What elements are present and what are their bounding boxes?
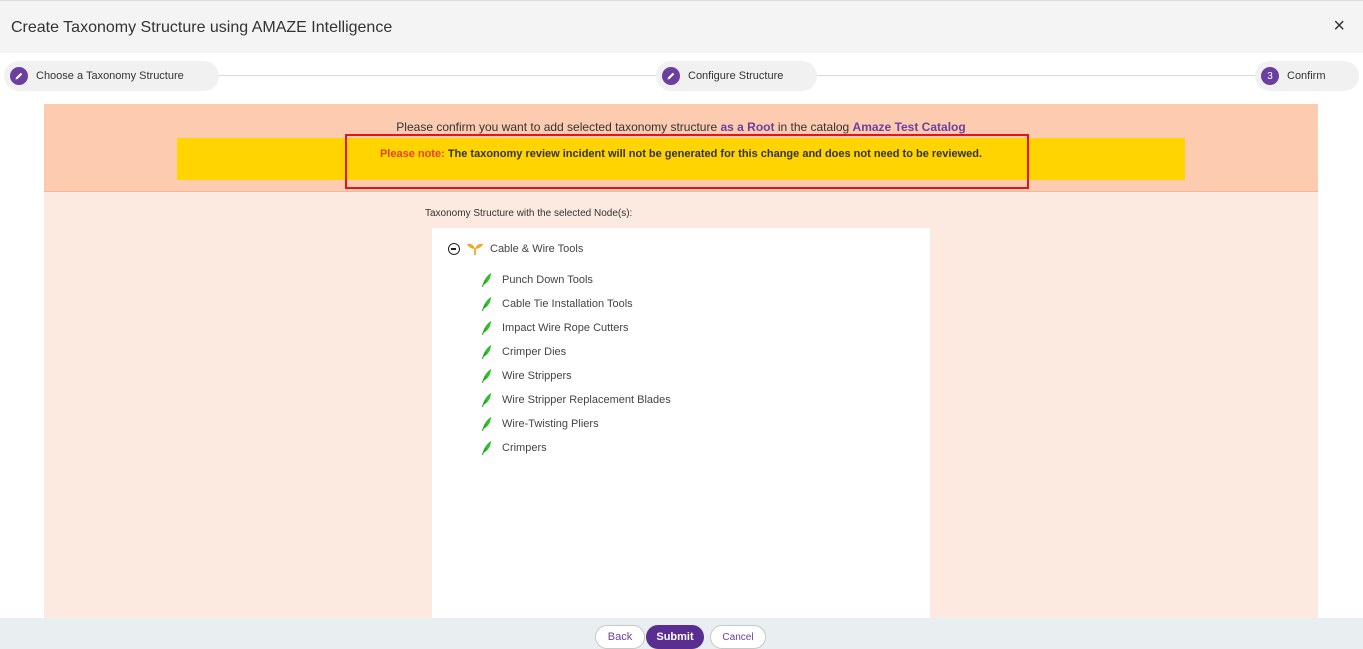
step-connector — [815, 75, 1257, 76]
leaf-icon — [481, 297, 491, 312]
tree-children: Punch Down Tools Cable Tie Installation … — [480, 268, 671, 460]
collapse-icon[interactable] — [448, 243, 460, 255]
leaf-icon — [481, 345, 491, 360]
tree-node[interactable]: Wire Stripper Replacement Blades — [480, 388, 671, 412]
tree-node-label: Wire-Twisting Pliers — [502, 418, 599, 430]
confirm-text-part: Please confirm you want to add selected … — [396, 120, 721, 134]
tree-node-label: Crimper Dies — [502, 346, 567, 358]
confirm-content: Please confirm you want to add selected … — [44, 104, 1318, 618]
tree-node-label: Wire Strippers — [502, 370, 572, 382]
close-button[interactable]: × — [1333, 16, 1345, 36]
highlight-box — [345, 134, 1029, 189]
back-button[interactable]: Back — [595, 625, 645, 649]
leaf-icon — [481, 321, 491, 336]
confirm-message: Please confirm you want to add selected … — [44, 120, 1318, 134]
tree-node[interactable]: Wire Strippers — [480, 364, 671, 388]
sprout-icon — [467, 243, 483, 255]
leaf-icon — [481, 393, 491, 408]
tree-node-label: Wire Stripper Replacement Blades — [502, 394, 671, 406]
tree-label: Taxonomy Structure with the selected Nod… — [425, 208, 633, 219]
tree-node[interactable]: Impact Wire Rope Cutters — [480, 316, 671, 340]
pencil-icon — [662, 67, 680, 85]
tree-node-label: Crimpers — [502, 442, 547, 454]
catalog-link[interactable]: Amaze Test Catalog — [853, 120, 966, 134]
tree-node[interactable]: Wire-Twisting Pliers — [480, 412, 671, 436]
step-connector — [210, 75, 660, 76]
tree-node-label: Impact Wire Rope Cutters — [502, 322, 629, 334]
leaf-icon — [481, 369, 491, 384]
tree-node[interactable]: Cable Tie Installation Tools — [480, 292, 671, 316]
step-confirm[interactable]: 3 Confirm — [1255, 61, 1359, 91]
cancel-button[interactable]: Cancel — [710, 625, 766, 649]
tree-node-label: Cable Tie Installation Tools — [502, 298, 633, 310]
taxonomy-tree: Cable & Wire Tools Punch Down Tools Cabl… — [432, 228, 930, 618]
modal-footer: Back Submit Cancel — [0, 618, 1363, 649]
pencil-icon — [10, 67, 28, 85]
step-label: Choose a Taxonomy Structure — [36, 70, 184, 82]
modal-header: Create Taxonomy Structure using AMAZE In… — [0, 0, 1363, 53]
stepper: Choose a Taxonomy Structure Configure St… — [0, 53, 1363, 99]
step-label: Confirm — [1287, 70, 1326, 82]
leaf-icon — [481, 417, 491, 432]
confirm-text-part: in the catalog — [774, 120, 853, 134]
step-choose-structure[interactable]: Choose a Taxonomy Structure — [4, 61, 219, 91]
confirm-banner: Please confirm you want to add selected … — [44, 104, 1318, 192]
root-link[interactable]: as a Root — [720, 120, 774, 134]
tree-node[interactable]: Crimpers — [480, 436, 671, 460]
tree-node-label: Punch Down Tools — [502, 274, 593, 286]
step-label: Configure Structure — [688, 70, 784, 82]
modal-title: Create Taxonomy Structure using AMAZE In… — [11, 19, 393, 36]
step-configure-structure[interactable]: Configure Structure — [656, 61, 817, 91]
tree-root-label: Cable & Wire Tools — [490, 243, 584, 255]
step-number: 3 — [1261, 67, 1279, 85]
submit-button[interactable]: Submit — [646, 625, 704, 649]
tree-root-node[interactable]: Cable & Wire Tools — [448, 242, 583, 256]
leaf-icon — [481, 441, 491, 456]
tree-node[interactable]: Crimper Dies — [480, 340, 671, 364]
tree-node[interactable]: Punch Down Tools — [480, 268, 671, 292]
leaf-icon — [481, 273, 491, 288]
